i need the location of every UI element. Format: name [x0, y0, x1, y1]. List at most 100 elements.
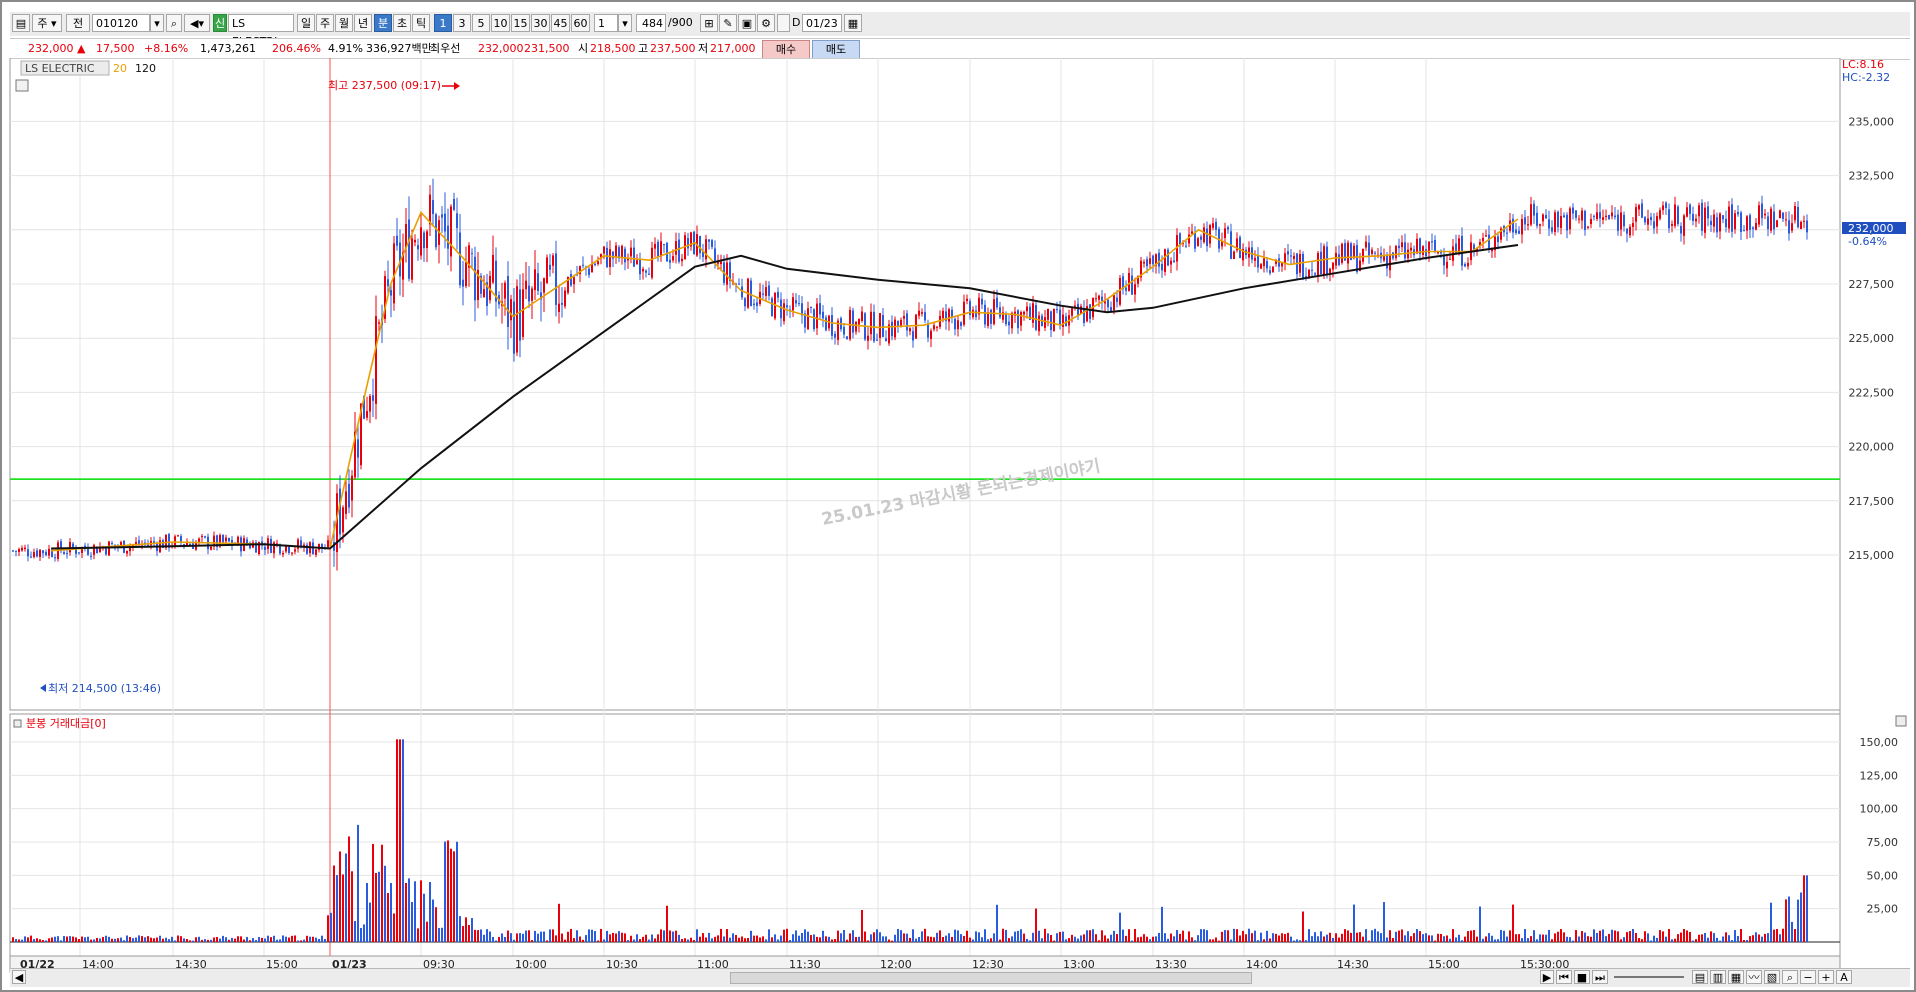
date-input[interactable]: 01/23 [802, 14, 842, 32]
volume-bar [723, 936, 725, 942]
candle-body [378, 322, 380, 324]
drawing-tool-icon[interactable]: ✎ [719, 14, 737, 32]
period-tick-button[interactable]: 틱 [412, 14, 430, 32]
period-minute-button[interactable]: 분 [374, 14, 392, 32]
candle-body [1743, 230, 1745, 232]
sell-button[interactable]: 매도 [812, 40, 860, 59]
candle-body [432, 200, 434, 215]
volume-bar [1584, 932, 1586, 942]
volume-bar [954, 929, 956, 942]
zoom-icon[interactable]: ⌕ [1782, 970, 1798, 984]
current-price-tag-text: 232,000 [1848, 222, 1894, 235]
volume-bar [1467, 931, 1469, 942]
zoom-in-icon[interactable]: + [1818, 970, 1834, 984]
speaker-icon[interactable]: ◀▾ [184, 14, 210, 32]
volume-bar [405, 882, 407, 942]
panel-expand-icon[interactable] [1895, 715, 1907, 727]
gear-icon[interactable]: ⚙ [757, 14, 775, 32]
count-input[interactable]: 484 [636, 14, 666, 32]
volume-bar [1695, 939, 1697, 942]
volume-bar [1581, 931, 1583, 942]
period-month-button[interactable]: 월 [335, 14, 353, 32]
candle-body [1425, 249, 1427, 257]
grid-icon[interactable]: ▧ [1764, 970, 1780, 984]
search-icon[interactable]: ⌕ [166, 14, 182, 32]
stop-icon[interactable]: ■ [1574, 970, 1590, 984]
volume-bar [1374, 928, 1376, 942]
volume-bar [1425, 933, 1427, 942]
period-second-button[interactable]: 초 [393, 14, 411, 32]
interval-15-button[interactable]: 15 [511, 14, 530, 32]
candle-body [1077, 303, 1079, 316]
volume-bar [210, 939, 212, 942]
volume-bar [702, 933, 704, 942]
stock-name-field[interactable]: LS ELECTRI [228, 14, 294, 48]
line-icon[interactable]: 〰 [1746, 970, 1762, 984]
candle-body [1404, 242, 1406, 259]
low-marker: 최저 214,500 (13:46) [48, 682, 161, 695]
interval-input[interactable]: 1 [594, 14, 618, 32]
market-select[interactable]: 전 [66, 14, 90, 32]
candle-body [1650, 216, 1652, 221]
period-select[interactable]: 주 ▾ [32, 14, 62, 32]
volume-bar [1152, 936, 1154, 942]
buy-button[interactable]: 매수 [762, 40, 810, 59]
candle-body [645, 270, 647, 273]
scroll-right-icon[interactable]: ▶ [1540, 970, 1554, 984]
candle-body [54, 557, 56, 559]
date-checkbox[interactable] [777, 14, 790, 32]
period-year-button[interactable]: 년 [354, 14, 372, 32]
candle-body [1767, 216, 1769, 230]
volume-bar [1395, 931, 1397, 942]
volume-bar [666, 905, 668, 942]
zoom-slider[interactable] [1614, 976, 1684, 978]
volume-bar [1251, 933, 1253, 942]
interval-10-button[interactable]: 10 [491, 14, 510, 32]
first-page-icon[interactable]: ⏮ [1556, 970, 1572, 984]
period-icon[interactable]: ▦ [1728, 970, 1744, 984]
candle-body [1737, 212, 1739, 215]
stock-code-input[interactable]: 010120 [92, 14, 150, 32]
price-axis-tick: 227,500 [1849, 278, 1895, 291]
candle-body [1515, 229, 1517, 234]
stock-code-dropdown-icon[interactable]: ▾ [150, 14, 164, 32]
volume-bar [1005, 929, 1007, 942]
period-day-button[interactable]: 일 [297, 14, 315, 32]
last-page-icon[interactable]: ⏭ [1592, 970, 1608, 984]
interval-dropdown-icon[interactable]: ▾ [618, 14, 632, 32]
panel-menu-icon[interactable] [15, 79, 29, 92]
indicator-add-icon[interactable]: ⊞ [700, 14, 718, 32]
interval-5-button[interactable]: 5 [472, 14, 490, 32]
volume-bar [852, 930, 854, 942]
interval-60-button[interactable]: 60 [571, 14, 590, 32]
volume-bar [600, 928, 602, 942]
volume-bar [1269, 938, 1271, 942]
save-icon[interactable]: ▣ [738, 14, 756, 32]
candle-body [675, 241, 677, 255]
compare-icon[interactable]: ▥ [1710, 970, 1726, 984]
interval-45-button[interactable]: 45 [551, 14, 570, 32]
candle-body [1758, 205, 1760, 225]
interval-1-button[interactable]: 1 [434, 14, 452, 32]
volume-bar [882, 936, 884, 942]
font-size-icon[interactable]: A [1836, 970, 1852, 984]
scroll-bar[interactable]: ◀ ▶ ⏮ ■ ⏭ ▤ ▥ ▦ 〰 ▧ ⌕ − + A [10, 968, 1910, 987]
interval-3-button[interactable]: 3 [453, 14, 471, 32]
candle-body [1605, 215, 1607, 217]
volume-bar [57, 936, 59, 942]
layout-icon[interactable]: ▤ [1692, 970, 1708, 984]
candle-body [975, 310, 977, 318]
candle-body [426, 231, 428, 248]
scroll-left-icon[interactable]: ◀ [12, 970, 26, 984]
volume-bar [1545, 934, 1547, 942]
candle-body [186, 543, 188, 545]
calendar-icon[interactable]: ▦ [844, 14, 862, 32]
scroll-thumb[interactable] [730, 972, 1252, 984]
zoom-out-icon[interactable]: − [1800, 970, 1816, 984]
period-week-button[interactable]: 주 [316, 14, 334, 32]
price-volume-chart[interactable]: 25.01.23 마감시황 돈되는경제이야기 235,000232,500230… [2, 58, 1914, 988]
candle-body [1173, 260, 1175, 263]
window-menu-icon[interactable]: ▤ [12, 14, 30, 32]
volume-bar [324, 938, 326, 942]
interval-30-button[interactable]: 30 [531, 14, 550, 32]
